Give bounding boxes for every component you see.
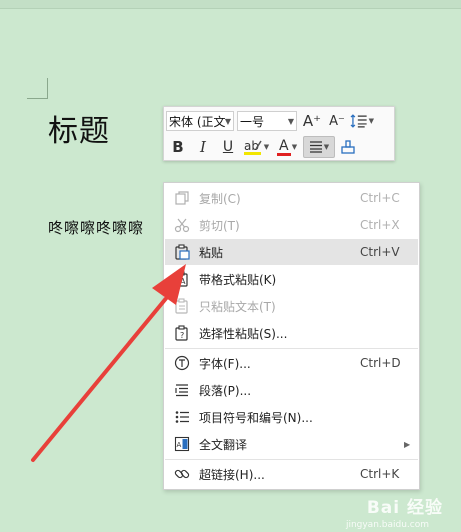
font-name-value: 宋体 (正文: [169, 115, 226, 129]
underline-icon: U: [222, 139, 234, 155]
menu-item-paste-text-only[interactable]: 只粘贴文本(T): [165, 293, 418, 319]
context-menu: 复制(C) Ctrl+C 剪切(T) Ctrl+X 粘贴 Ctrl+V A 带格…: [163, 182, 420, 490]
bold-button[interactable]: B: [166, 136, 190, 158]
paste-special-icon: ?: [173, 324, 191, 342]
watermark-url: jingyan.baidu.com: [345, 520, 429, 530]
chevron-down-icon: ▼: [224, 117, 231, 126]
scissors-icon: [173, 216, 191, 234]
menu-item-shortcut: Ctrl+D: [360, 356, 401, 370]
svg-text:?: ?: [180, 331, 184, 340]
menu-item-cut[interactable]: 剪切(T) Ctrl+X: [165, 212, 418, 238]
menu-item-hyperlink[interactable]: 超链接(H)... Ctrl+K: [165, 461, 418, 487]
format-painter-button[interactable]: [336, 136, 360, 158]
italic-icon: I: [200, 138, 206, 156]
decrease-font-icon: A⁻: [329, 113, 345, 129]
menu-item-shortcut: Ctrl+C: [360, 191, 400, 205]
translate-icon: A: [173, 435, 191, 453]
svg-text:A: A: [177, 441, 182, 449]
menu-item-label: 字体(F)...: [199, 356, 251, 371]
hyperlink-icon: [173, 465, 191, 483]
menu-item-copy[interactable]: 复制(C) Ctrl+C: [165, 185, 418, 211]
highlight-color-button[interactable]: ab ▼: [241, 136, 271, 158]
menu-item-font[interactable]: 字体(F)... Ctrl+D: [165, 350, 418, 376]
italic-button[interactable]: I: [191, 136, 215, 158]
font-icon: [173, 354, 191, 372]
window-top-strip: [0, 0, 461, 9]
menu-item-label: 全文翻译: [199, 437, 248, 452]
menu-item-label: 带格式粘贴(K): [199, 272, 277, 287]
menu-separator: [165, 459, 418, 460]
line-spacing-icon: [350, 114, 367, 128]
paste-text-icon: [173, 297, 191, 315]
svg-text:ab: ab: [244, 139, 259, 153]
eraser-icon: [341, 140, 355, 154]
mini-format-toolbar: 宋体 (正文 ▼ 一号 ▼ A⁺ A⁻ ▼ B I U ab ▼ A ▼ ▼: [163, 106, 395, 161]
document-title[interactable]: 标题: [48, 106, 110, 150]
font-size-select[interactable]: 一号 ▼: [237, 111, 297, 131]
menu-item-shortcut: Ctrl+V: [360, 245, 400, 259]
menu-separator: [165, 348, 418, 349]
font-color-letter: A: [279, 137, 289, 154]
increase-font-icon: A⁺: [302, 112, 322, 130]
menu-item-label: 粘贴: [199, 245, 224, 260]
menu-item-paste-special[interactable]: ? 选择性粘贴(S)...: [165, 320, 418, 346]
font-size-value: 一号: [240, 115, 265, 129]
underline-button[interactable]: U: [216, 136, 240, 158]
bold-icon: B: [172, 138, 184, 156]
increase-font-size-button[interactable]: A⁺: [300, 110, 324, 132]
font-name-select[interactable]: 宋体 (正文 ▼: [166, 111, 234, 131]
highlighter-icon: ab: [243, 139, 262, 155]
document-body-text[interactable]: 咚嚓嚓咚嚓嚓: [48, 217, 144, 238]
watermark-logo: Bai 经验: [366, 498, 443, 518]
page-margin-corner-mark: [27, 78, 48, 99]
svg-text:A: A: [180, 277, 186, 286]
align-center-icon: [309, 141, 322, 153]
chevron-down-icon: ▼: [323, 143, 330, 151]
align-button[interactable]: ▼: [303, 136, 335, 158]
menu-item-shortcut: Ctrl+X: [360, 218, 400, 232]
menu-item-label: 复制(C): [199, 191, 241, 206]
paste-format-icon: A: [173, 270, 191, 288]
paragraph-icon: [173, 381, 191, 399]
toolbar-row-1: 宋体 (正文 ▼ 一号 ▼ A⁺ A⁻ ▼: [166, 109, 375, 133]
chevron-down-icon: ▼: [291, 143, 298, 151]
paste-icon: [173, 243, 191, 261]
menu-item-translate[interactable]: A 全文翻译 ▶: [165, 431, 418, 457]
submenu-arrow-icon: ▶: [404, 439, 411, 449]
menu-item-shortcut: Ctrl+K: [360, 467, 400, 481]
chevron-down-icon: ▼: [368, 117, 374, 125]
font-color-icon: A: [276, 137, 291, 156]
chevron-down-icon: ▼: [263, 143, 270, 151]
menu-item-label: 超链接(H)...: [199, 467, 265, 482]
font-color-button[interactable]: A ▼: [272, 136, 302, 158]
menu-item-paragraph[interactable]: 段落(P)...: [165, 377, 418, 403]
line-spacing-button[interactable]: ▼: [350, 110, 374, 132]
menu-item-label: 选择性粘贴(S)...: [199, 326, 288, 341]
menu-item-paste-with-format[interactable]: A 带格式粘贴(K): [165, 266, 418, 292]
menu-item-label: 剪切(T): [199, 218, 240, 233]
copy-icon: [173, 189, 191, 207]
chevron-down-icon: ▼: [287, 117, 294, 126]
menu-item-label: 项目符号和编号(N)...: [199, 410, 313, 425]
menu-item-bullets-numbering[interactable]: 项目符号和编号(N)...: [165, 404, 418, 430]
menu-item-label: 只粘贴文本(T): [199, 299, 276, 314]
decrease-font-size-button[interactable]: A⁻: [325, 110, 349, 132]
toolbar-row-2: B I U ab ▼ A ▼ ▼: [166, 135, 361, 159]
menu-item-paste[interactable]: 粘贴 Ctrl+V: [165, 239, 418, 265]
bullet-list-icon: [173, 408, 191, 426]
menu-item-label: 段落(P)...: [199, 383, 252, 398]
font-color-swatch: [276, 152, 291, 156]
